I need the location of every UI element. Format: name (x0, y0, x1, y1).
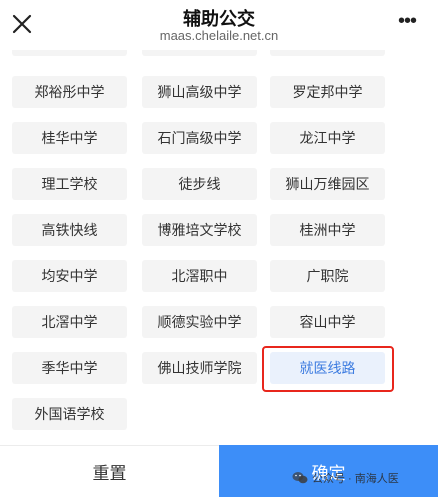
page-url: maas.chelaile.net.cn (159, 28, 279, 43)
reset-button[interactable]: 重置 (0, 445, 219, 497)
route-option-selected[interactable]: 就医线路 (270, 352, 385, 384)
route-option[interactable]: 外国语学校 (12, 398, 127, 430)
route-option[interactable]: 桂华中学 (12, 122, 127, 154)
route-option[interactable]: 顺德实验中学 (142, 306, 257, 338)
route-option[interactable]: 博雅培文学校 (142, 214, 257, 246)
route-option[interactable]: 狮山万维园区 (270, 168, 385, 200)
route-option[interactable]: 广职院 (270, 260, 385, 292)
watermark: 公众号 · 南海人医 (292, 468, 399, 488)
route-option-grid: 东秀中学 佛山三中 华南校区 郑裕彤中学 狮山高级中学 罗定邦中学 桂华中学 石… (0, 34, 438, 439)
route-option[interactable]: 理工学校 (12, 168, 127, 200)
route-option[interactable]: 高铁快线 (12, 214, 127, 246)
wechat-icon (292, 472, 308, 484)
route-option[interactable]: 桂洲中学 (270, 214, 385, 246)
top-bar: 辅助公交 maas.chelaile.net.cn ••• (0, 0, 438, 50)
route-option[interactable]: 石门高级中学 (142, 122, 257, 154)
route-option[interactable]: 季华中学 (12, 352, 127, 384)
route-option[interactable]: 佛山技师学院 (142, 352, 257, 384)
route-option[interactable]: 北滘职中 (142, 260, 257, 292)
route-option[interactable]: 容山中学 (270, 306, 385, 338)
watermark-text: 公众号 · 南海人医 (312, 473, 399, 485)
route-option[interactable]: 罗定邦中学 (270, 76, 385, 108)
route-option[interactable]: 北滘中学 (12, 306, 127, 338)
route-option[interactable]: 徒步线 (142, 168, 257, 200)
route-option[interactable]: 郑裕彤中学 (12, 76, 127, 108)
route-option[interactable]: 狮山高级中学 (142, 76, 257, 108)
route-option[interactable]: 龙江中学 (270, 122, 385, 154)
more-options-icon[interactable]: ••• (394, 11, 420, 34)
route-option[interactable]: 均安中学 (12, 260, 127, 292)
